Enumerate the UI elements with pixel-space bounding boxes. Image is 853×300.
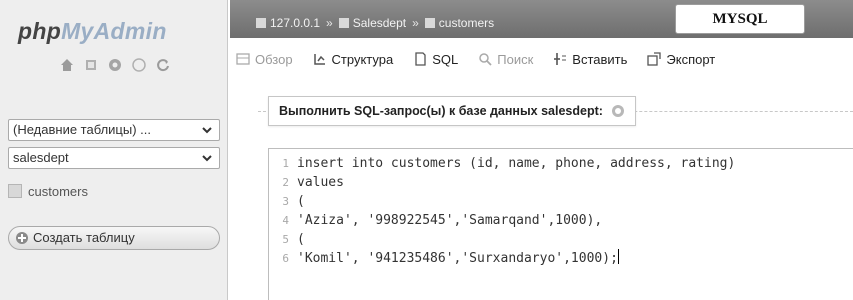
breadcrumb-separator: » <box>412 16 419 30</box>
code-line: 5 ( <box>269 230 853 249</box>
breadcrumb-database-label: Salesdept <box>352 16 407 30</box>
line-number: 5 <box>282 233 289 246</box>
create-table-label: Создать таблицу <box>33 230 135 245</box>
code-line: 4 'Aziza', '998922545','Samarqand',1000)… <box>269 211 853 230</box>
mysql-label: MYSQL <box>675 4 805 34</box>
create-table-button[interactable]: Создать таблицу <box>8 226 220 250</box>
code-text: 'Komil', '941235486','Surxandaryo',1000)… <box>297 251 618 266</box>
database-select-value: salesdept <box>13 150 69 165</box>
phpmyadmin-logo[interactable]: phpMyAdmin <box>18 18 167 45</box>
recent-tables-select[interactable]: (Недавние таблицы) ... <box>8 119 220 141</box>
tab-search-label: Поиск <box>497 51 534 67</box>
text-cursor <box>617 249 619 264</box>
tab-bar: Обзор Структура SQL Поиск Вставить Экспо… <box>232 46 719 72</box>
tab-sql[interactable]: SQL <box>409 52 462 67</box>
nav-table-label: customers <box>28 183 88 199</box>
structure-icon <box>313 52 327 66</box>
table-icon <box>8 184 22 198</box>
tab-search[interactable]: Поиск <box>474 52 537 67</box>
refresh-icon[interactable] <box>156 58 170 72</box>
nav-table-item-customers[interactable]: customers <box>8 180 88 202</box>
tab-insert[interactable]: Вставить <box>549 52 631 67</box>
tab-sql-label: SQL <box>432 51 459 67</box>
database-icon <box>338 18 349 28</box>
chevron-down-icon <box>201 152 213 164</box>
navigation-panel: phpMyAdmin (Недавние таблицы) ... salesd… <box>0 0 228 300</box>
sql-query-legend-text: Выполнить SQL-запрос(ы) к базе данных sa… <box>279 104 603 118</box>
code-text: 'Aziza', '998922545','Samarqand',1000), <box>297 213 603 228</box>
breadcrumb-server-label: 127.0.0.1 <box>270 16 321 30</box>
plus-icon <box>16 232 28 244</box>
breadcrumb-table[interactable]: customers <box>424 16 495 30</box>
home-icon[interactable] <box>60 58 74 72</box>
nav-icon-row <box>60 57 170 73</box>
logo-php: php <box>18 18 62 44</box>
insert-icon <box>553 52 567 66</box>
code-text: ( <box>297 232 305 247</box>
code-text: insert into customers (id, name, phone, … <box>297 156 736 171</box>
line-number: 3 <box>282 195 289 208</box>
tab-insert-label: Вставить <box>572 51 628 67</box>
help-icon[interactable] <box>611 104 625 118</box>
line-number: 4 <box>282 214 289 227</box>
recent-tables-value: (Недавние таблицы) ... <box>13 122 151 137</box>
code-text: ( <box>297 194 305 209</box>
breadcrumb-separator: » <box>326 16 333 30</box>
docs-icon[interactable] <box>132 58 146 72</box>
line-number: 2 <box>282 176 289 189</box>
sql-icon <box>413 52 427 66</box>
tab-structure[interactable]: Структура <box>309 52 398 67</box>
tab-browse[interactable]: Обзор <box>232 52 297 67</box>
tab-export[interactable]: Экспорт <box>643 52 719 67</box>
line-number: 6 <box>282 252 289 265</box>
search-icon <box>478 52 492 66</box>
sql-query-legend: Выполнить SQL-запрос(ы) к базе данных sa… <box>268 96 636 126</box>
sql-editor[interactable]: 1 insert into customers (id, name, phone… <box>268 148 853 300</box>
tab-structure-label: Структура <box>331 51 394 67</box>
code-line: 6 'Komil', '941235486','Surxandaryo',100… <box>269 249 853 268</box>
breadcrumb-server[interactable]: 127.0.0.1 <box>256 16 320 30</box>
logo-myadmin: MyAdmin <box>61 18 167 44</box>
tab-export-label: Экспорт <box>666 51 716 67</box>
breadcrumb-database[interactable]: Salesdept <box>338 16 407 30</box>
database-select[interactable]: salesdept <box>8 147 220 169</box>
tab-browse-label: Обзор <box>255 51 293 67</box>
database-icon[interactable] <box>84 58 98 72</box>
gear-icon[interactable] <box>108 58 122 72</box>
code-line: 1 insert into customers (id, name, phone… <box>269 154 853 173</box>
code-text: values <box>297 175 344 190</box>
browse-icon <box>236 52 250 66</box>
code-line: 3 ( <box>269 192 853 211</box>
table-icon <box>424 18 435 28</box>
breadcrumb-table-label: customers <box>438 16 495 30</box>
server-icon <box>256 18 266 28</box>
line-number: 1 <box>282 157 289 170</box>
chevron-down-icon <box>201 124 213 136</box>
export-icon <box>647 52 662 66</box>
code-line: 2 values <box>269 173 853 192</box>
